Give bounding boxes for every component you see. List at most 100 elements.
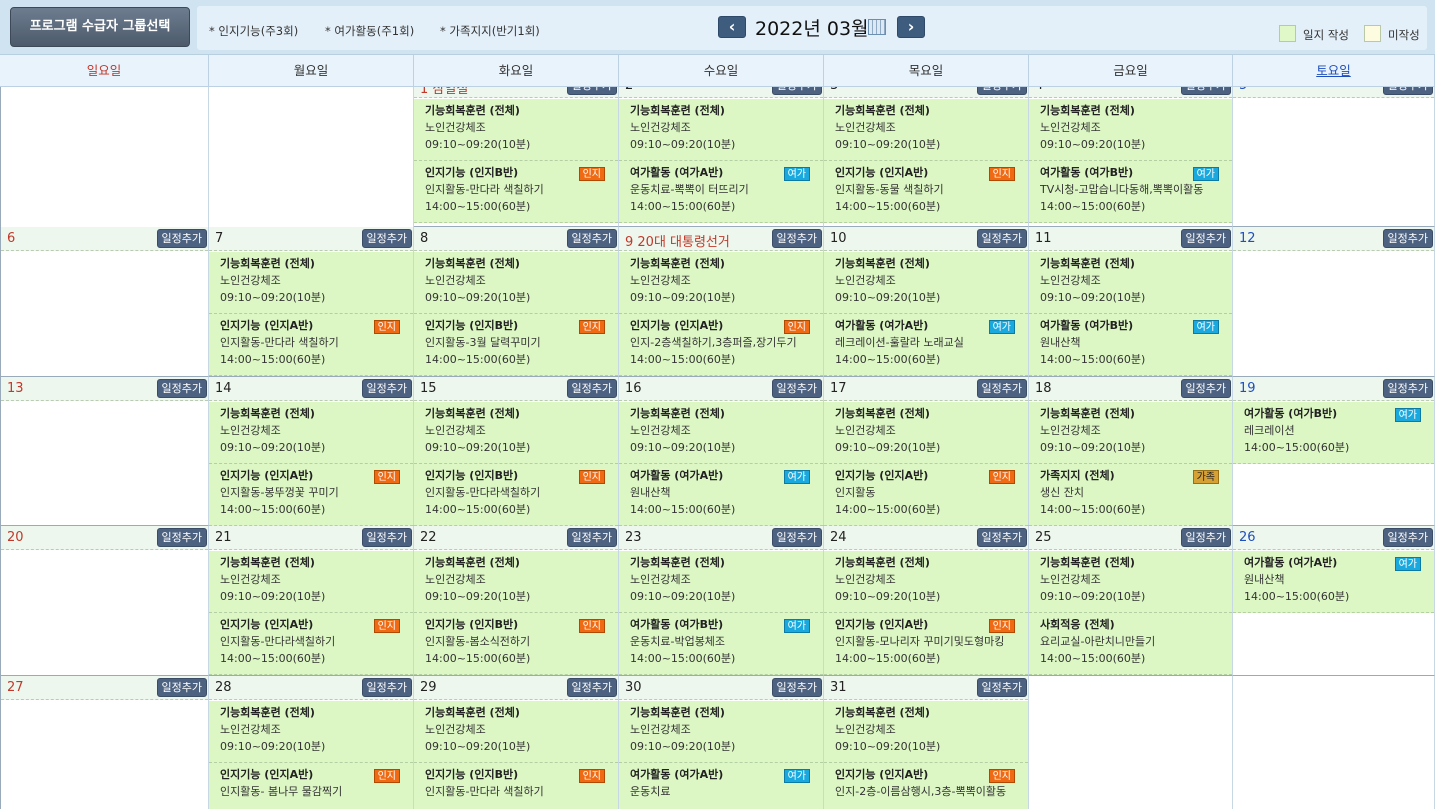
schedule-item[interactable]: 인지기능 (인지B반) 인지활동-만다라 색칠하기 인지 (414, 763, 618, 809)
schedule-title: 기능회복훈련 (전체) (835, 706, 930, 719)
schedule-item[interactable]: 기능회복훈련 (전체) 노인건강체조 09:10~09:20(10분) (209, 551, 413, 613)
add-schedule-button[interactable]: 일정추가 (976, 379, 1027, 398)
schedule-detail: 노인건강체조 (835, 424, 896, 437)
schedule-item[interactable]: 기능회복훈련 (전체) 노인건강체조 09:10~09:20(10분) (1029, 252, 1232, 314)
group-select-button[interactable]: 프로그램 수급자 그룹선택 (10, 7, 190, 47)
schedule-item[interactable]: 인지기능 (인지A반) 인지-2층-이름삼행시,3층-뽁뽁이활동 인지 (824, 763, 1028, 809)
schedule-item[interactable]: 기능회복훈련 (전체) 노인건강체조 09:10~09:20(10분) (414, 252, 618, 314)
schedule-item[interactable]: 기능회복훈련 (전체) 노인건강체조 09:10~09:20(10분) (824, 402, 1028, 464)
schedule-item[interactable]: 사회적응 (전체) 요리교실-아란치니만들기 14:00~15:00(60분) (1029, 613, 1232, 675)
add-schedule-button[interactable]: 일정추가 (1382, 528, 1433, 547)
schedule-item[interactable]: 기능회복훈련 (전체) 노인건강체조 09:10~09:20(10분) (414, 99, 618, 161)
weekday-6[interactable]: 토요일 (1233, 55, 1435, 87)
add-schedule-button[interactable]: 일정추가 (1180, 229, 1231, 248)
schedule-item[interactable]: 인지기능 (인지A반) 인지활동-만다라 색칠하기 14:00~15:00(60분)… (209, 314, 413, 376)
add-schedule-button[interactable]: 일정추가 (566, 229, 617, 248)
schedule-item[interactable]: 기능회복훈련 (전체) 노인건강체조 09:10~09:20(10분) (1029, 402, 1232, 464)
schedule-item[interactable]: 인지기능 (인지B반) 인지활동-만다라 색칠하기 14:00~15:00(60분)… (414, 161, 618, 223)
add-schedule-button[interactable]: 일정추가 (771, 528, 822, 547)
schedule-item[interactable]: 여가활동 (여가A반) 레크레이션-훌랄라 노래교실 14:00~15:00(60분… (824, 314, 1028, 376)
add-schedule-button[interactable]: 일정추가 (771, 379, 822, 398)
schedule-item[interactable]: 인지기능 (인지B반) 인지활동-봄소식전하기 14:00~15:00(60분) 인지 (414, 613, 618, 675)
schedule-item[interactable]: 여가활동 (여가B반) TV시청-고맙습니다동해,뽁뽁이활동 14:00~15:00… (1029, 161, 1232, 223)
schedule-item[interactable]: 기능회복훈련 (전체) 노인건강체조 09:10~09:20(10분) (619, 551, 823, 613)
schedule-item[interactable]: 여가활동 (여가B반) 원내산책 14:00~15:00(60분) 여가 (1029, 314, 1232, 376)
add-schedule-button[interactable]: 일정추가 (976, 528, 1027, 547)
schedule-item[interactable]: 인지기능 (인지A반) 인지활동-동물 색칠하기 14:00~15:00(60분) 인… (824, 161, 1028, 223)
add-schedule-button[interactable]: 일정추가 (156, 379, 207, 398)
schedule-item[interactable]: 기능회복훈련 (전체) 노인건강체조 09:10~09:20(10분) (619, 701, 823, 763)
schedule-item[interactable]: 인지기능 (인지B반) 인지활동-만다라색칠하기 14:00~15:00(60분) 인… (414, 464, 618, 526)
add-schedule-button[interactable]: 일정추가 (976, 229, 1027, 248)
day-cell: 16 일정추가 기능회복훈련 (전체) 노인건강체조 09:10~09:20(10분) 여… (619, 377, 824, 526)
add-schedule-button[interactable]: 일정추가 (1382, 379, 1433, 398)
add-schedule-button[interactable]: 일정추가 (1180, 379, 1231, 398)
schedule-title: 기능회복훈련 (전체) (1040, 257, 1135, 270)
schedule-item[interactable]: 여가활동 (여가A반) 운동치료 여가 (619, 763, 823, 809)
day-cell: 21 일정추가 기능회복훈련 (전체) 노인건강체조 09:10~09:20(10분) 인… (209, 526, 414, 676)
schedule-item[interactable]: 인지기능 (인지A반) 인지활동- 봄나무 물감찍기 인지 (209, 763, 413, 809)
schedule-item[interactable]: 기능회복훈련 (전체) 노인건강체조 09:10~09:20(10분) (619, 402, 823, 464)
add-schedule-button[interactable]: 일정추가 (1180, 87, 1231, 95)
legend-written-label: 일지 작성 (1303, 28, 1349, 42)
schedule-item[interactable]: 여가활동 (여가B반) 레크레이션 14:00~15:00(60분) 여가 (1233, 402, 1434, 464)
calendar-icon[interactable] (868, 19, 886, 35)
schedule-title: 기능회복훈련 (전체) (1040, 556, 1135, 569)
add-schedule-button[interactable]: 일정추가 (566, 87, 617, 95)
day-header: 1 삼일절 일정추가 (414, 87, 618, 98)
schedule-detail: 레크레이션 (1244, 424, 1295, 437)
add-schedule-button[interactable]: 일정추가 (156, 528, 207, 547)
add-schedule-button[interactable]: 일정추가 (361, 229, 412, 248)
schedule-item[interactable]: 여가활동 (여가A반) 원내산책 14:00~15:00(60분) 여가 (1233, 551, 1434, 613)
add-schedule-button[interactable]: 일정추가 (771, 229, 822, 248)
schedule-title: 기능회복훈련 (전체) (1040, 104, 1135, 117)
add-schedule-button[interactable]: 일정추가 (976, 678, 1027, 697)
schedule-item[interactable]: 여가활동 (여가A반) 운동치료-뽁뽁이 터뜨리기 14:00~15:00(60분)… (619, 161, 823, 223)
schedule-item[interactable]: 기능회복훈련 (전체) 노인건강체조 09:10~09:20(10분) (824, 551, 1028, 613)
schedule-item[interactable]: 기능회복훈련 (전체) 노인건강체조 09:10~09:20(10분) (1029, 551, 1232, 613)
schedule-item[interactable]: 인지기능 (인지A반) 인지활동 14:00~15:00(60분) 인지 (824, 464, 1028, 526)
add-schedule-button[interactable]: 일정추가 (566, 678, 617, 697)
add-schedule-button[interactable]: 일정추가 (1382, 229, 1433, 248)
schedule-item[interactable]: 가족지지 (전체) 생신 잔치 14:00~15:00(60분) 가족 (1029, 464, 1232, 526)
schedule-time: 09:10~09:20(10분) (425, 441, 531, 454)
schedule-item[interactable]: 인지기능 (인지A반) 인지-2층색칠하기,3층퍼즐,장기두기 14:00~15:0… (619, 314, 823, 376)
schedule-item[interactable]: 여가활동 (여가A반) 원내산책 14:00~15:00(60분) 여가 (619, 464, 823, 526)
add-schedule-button[interactable]: 일정추가 (566, 528, 617, 547)
schedule-detail: 노인건강체조 (630, 723, 691, 736)
add-schedule-button[interactable]: 일정추가 (361, 678, 412, 697)
add-schedule-button[interactable]: 일정추가 (1180, 528, 1231, 547)
schedule-item[interactable]: 기능회복훈련 (전체) 노인건강체조 09:10~09:20(10분) (414, 701, 618, 763)
schedule-item[interactable]: 인지기능 (인지A반) 인지활동-만다라색칠하기 14:00~15:00(60분) 인… (209, 613, 413, 675)
schedule-item[interactable]: 기능회복훈련 (전체) 노인건강체조 09:10~09:20(10분) (209, 252, 413, 314)
add-schedule-button[interactable]: 일정추가 (566, 379, 617, 398)
schedule-detail: 노인건강체조 (425, 573, 486, 586)
category-badge: 가족 (1192, 470, 1219, 484)
chevron-right-icon[interactable]: › (897, 16, 925, 38)
schedule-item[interactable]: 기능회복훈련 (전체) 노인건강체조 09:10~09:20(10분) (824, 701, 1028, 763)
schedule-item[interactable]: 인지기능 (인지A반) 인지활동-봉뚜껑꽃 꾸미기 14:00~15:00(60분)… (209, 464, 413, 526)
schedule-item[interactable]: 기능회복훈련 (전체) 노인건강체조 09:10~09:20(10분) (1029, 99, 1232, 161)
schedule-item[interactable]: 기능회복훈련 (전체) 노인건강체조 09:10~09:20(10분) (414, 551, 618, 613)
note-family: * 가족지지(반기1회) (440, 24, 540, 38)
schedule-item[interactable]: 기능회복훈련 (전체) 노인건강체조 09:10~09:20(10분) (209, 402, 413, 464)
add-schedule-button[interactable]: 일정추가 (771, 678, 822, 697)
schedule-item[interactable]: 여가활동 (여가B반) 운동치료-박업봉체조 14:00~15:00(60분) 여가 (619, 613, 823, 675)
schedule-item[interactable]: 인지기능 (인지B반) 인지활동-3월 달력꾸미기 14:00~15:00(60분)… (414, 314, 618, 376)
schedule-item[interactable]: 기능회복훈련 (전체) 노인건강체조 09:10~09:20(10분) (619, 99, 823, 161)
add-schedule-button[interactable]: 일정추가 (156, 229, 207, 248)
add-schedule-button[interactable]: 일정추가 (361, 528, 412, 547)
add-schedule-button[interactable]: 일정추가 (1382, 87, 1433, 95)
schedule-item[interactable]: 기능회복훈련 (전체) 노인건강체조 09:10~09:20(10분) (209, 701, 413, 763)
schedule-item[interactable]: 인지기능 (인지A반) 인지활동-모나리자 꾸미기및도형마킹 14:00~15:00… (824, 613, 1028, 675)
schedule-item[interactable]: 기능회복훈련 (전체) 노인건강체조 09:10~09:20(10분) (824, 99, 1028, 161)
add-schedule-button[interactable]: 일정추가 (361, 379, 412, 398)
add-schedule-button[interactable]: 일정추가 (156, 678, 207, 697)
day-header: 2 일정추가 (619, 87, 823, 98)
add-schedule-button[interactable]: 일정추가 (976, 87, 1027, 95)
schedule-item[interactable]: 기능회복훈련 (전체) 노인건강체조 09:10~09:20(10분) (619, 252, 823, 314)
chevron-left-icon[interactable]: ‹ (718, 16, 746, 38)
schedule-item[interactable]: 기능회복훈련 (전체) 노인건강체조 09:10~09:20(10분) (414, 402, 618, 464)
schedule-item[interactable]: 기능회복훈련 (전체) 노인건강체조 09:10~09:20(10분) (824, 252, 1028, 314)
add-schedule-button[interactable]: 일정추가 (771, 87, 822, 95)
